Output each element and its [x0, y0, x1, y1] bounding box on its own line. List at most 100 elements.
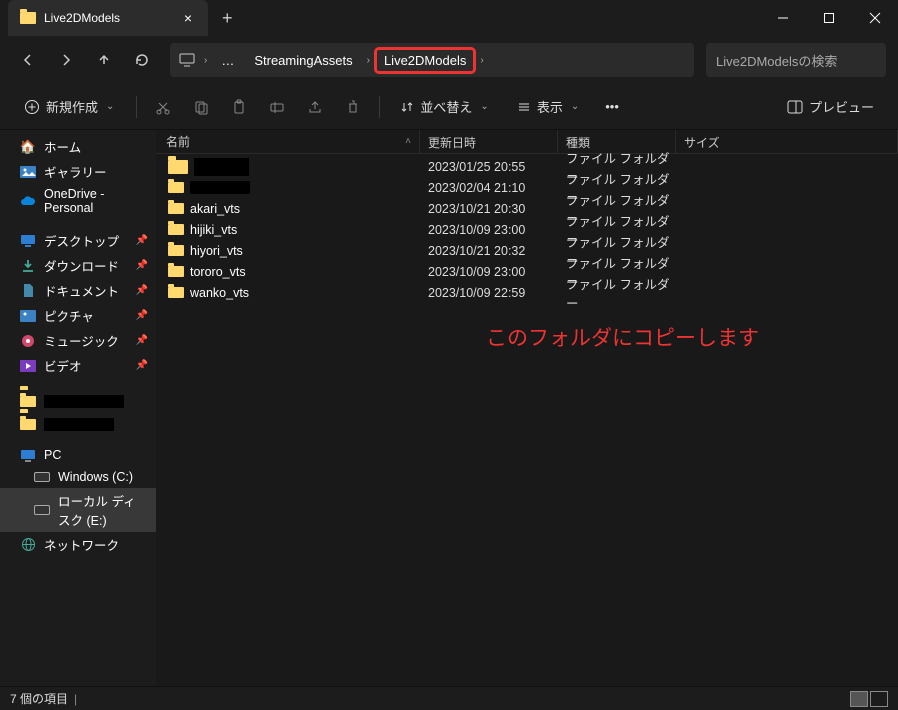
view-mode-buttons [850, 691, 888, 707]
column-header-name[interactable]: 名前˄ [156, 130, 420, 153]
file-row[interactable]: hiyori_vts2023/10/21 20:32ファイル フォルダー [156, 240, 898, 261]
copy-button[interactable] [185, 93, 217, 121]
sidebar-item-pictures[interactable]: ピクチャ📌 [0, 303, 156, 328]
drive-icon [34, 469, 50, 485]
chevron-down-icon: ⌄ [478, 101, 490, 112]
sidebar: 🏠 ホーム ギャラリー OneDrive - Personal デスクトップ📌 ダ… [0, 130, 156, 686]
sidebar-item-downloads[interactable]: ダウンロード📌 [0, 253, 156, 278]
breadcrumb-current[interactable]: Live2DModels [376, 49, 474, 72]
sidebar-item-c-drive[interactable]: Windows (C:) [0, 466, 156, 488]
item-count: 7 個の項目 [10, 690, 68, 707]
share-button[interactable] [299, 93, 331, 121]
up-button[interactable] [88, 44, 120, 76]
minimize-button[interactable] [760, 0, 806, 36]
file-name: tororo_vts [190, 265, 246, 279]
delete-button[interactable] [337, 93, 369, 121]
drive-icon [34, 502, 50, 518]
folder-icon [20, 419, 36, 430]
file-type: ファイル フォルダー [558, 274, 676, 312]
sidebar-item-onedrive[interactable]: OneDrive - Personal [0, 184, 156, 218]
sort-button[interactable]: 並べ替え ⌄ [390, 91, 500, 122]
file-rows: 2023/01/25 20:55ファイル フォルダー2023/02/04 21:… [156, 154, 898, 303]
thumbnails-view-button[interactable] [870, 691, 888, 707]
pin-icon: 📌 [136, 235, 148, 246]
sidebar-item-network[interactable]: ネットワーク [0, 532, 156, 557]
folder-icon [168, 160, 188, 174]
sidebar-item-home[interactable]: 🏠 ホーム [0, 134, 156, 159]
file-date: 2023/02/04 21:10 [420, 181, 558, 195]
refresh-button[interactable] [126, 44, 158, 76]
maximize-button[interactable] [806, 0, 852, 36]
chevron-down-icon: ⌄ [569, 101, 581, 112]
sidebar-item-label: Windows (C:) [58, 470, 133, 484]
chevron-right-icon: › [365, 55, 372, 66]
tab-close-button[interactable]: × [180, 10, 196, 26]
toolbar: 新規作成 ⌄ 並べ替え ⌄ 表示 ⌄ ••• プレビュー [0, 84, 898, 130]
more-button[interactable]: ••• [597, 93, 627, 120]
separator [136, 96, 137, 118]
sidebar-item-label: ホーム [44, 137, 81, 156]
music-icon [20, 333, 36, 349]
file-row[interactable]: tororo_vts2023/10/09 23:00ファイル フォルダー [156, 261, 898, 282]
file-row[interactable]: hijiki_vts2023/10/09 23:00ファイル フォルダー [156, 219, 898, 240]
window-tab[interactable]: Live2DModels × [8, 0, 208, 36]
cut-button[interactable] [147, 93, 179, 121]
view-icon [517, 100, 531, 114]
redacted-label [194, 158, 249, 176]
sidebar-item-pc[interactable]: PC [0, 444, 156, 466]
redacted-label [44, 395, 124, 408]
view-label: 表示 [537, 97, 563, 116]
back-button[interactable] [12, 44, 44, 76]
paste-button[interactable] [223, 93, 255, 121]
search-input[interactable]: Live2DModelsの検索 [706, 43, 886, 77]
sidebar-item-e-drive[interactable]: ローカル ディスク (E:) [0, 488, 156, 532]
plus-circle-icon [24, 99, 40, 115]
sidebar-item-desktop[interactable]: デスクトップ📌 [0, 228, 156, 253]
new-label: 新規作成 [46, 97, 98, 116]
preview-icon [787, 100, 803, 114]
document-icon [20, 283, 36, 299]
sidebar-item-documents[interactable]: ドキュメント📌 [0, 278, 156, 303]
tab-title: Live2DModels [44, 11, 172, 25]
sidebar-item-music[interactable]: ミュージック📌 [0, 328, 156, 353]
preview-label: プレビュー [809, 97, 874, 116]
home-icon: 🏠 [20, 139, 36, 155]
close-button[interactable] [852, 0, 898, 36]
pin-icon: 📌 [136, 285, 148, 296]
folder-icon [168, 245, 184, 256]
file-name: akari_vts [190, 202, 240, 216]
file-row[interactable]: 2023/01/25 20:55ファイル フォルダー [156, 156, 898, 177]
details-view-button[interactable] [850, 691, 868, 707]
titlebar: Live2DModels × + [0, 0, 898, 36]
new-button[interactable]: 新規作成 ⌄ [14, 91, 126, 122]
new-tab-button[interactable]: + [208, 8, 247, 29]
file-name: wanko_vts [190, 286, 249, 300]
folder-icon [168, 287, 184, 298]
breadcrumb-parent[interactable]: StreamingAssets [246, 49, 360, 72]
forward-button[interactable] [50, 44, 82, 76]
file-row[interactable]: 2023/02/04 21:10ファイル フォルダー [156, 177, 898, 198]
sidebar-item-videos[interactable]: ビデオ📌 [0, 353, 156, 378]
column-headers: 名前˄ 更新日時 種類 サイズ [156, 130, 898, 154]
sidebar-item-label: ビデオ [44, 356, 82, 375]
file-row[interactable]: wanko_vts2023/10/09 22:59ファイル フォルダー [156, 282, 898, 303]
view-button[interactable]: 表示 ⌄ [507, 91, 591, 122]
sidebar-item-label: ダウンロード [44, 256, 119, 275]
column-header-size[interactable]: サイズ [676, 130, 898, 153]
picture-icon [20, 308, 36, 324]
sidebar-item-gallery[interactable]: ギャラリー [0, 159, 156, 184]
file-date: 2023/10/21 20:32 [420, 244, 558, 258]
preview-button[interactable]: プレビュー [777, 91, 884, 122]
cloud-icon [20, 193, 36, 209]
column-header-date[interactable]: 更新日時 [420, 130, 558, 153]
pin-icon: 📌 [136, 310, 148, 321]
breadcrumb-ellipsis[interactable]: … [213, 49, 242, 72]
file-row[interactable]: akari_vts2023/10/21 20:30ファイル フォルダー [156, 198, 898, 219]
annotation-text: このフォルダにコピーします [486, 322, 759, 352]
folder-icon [168, 224, 184, 235]
breadcrumb-path[interactable]: › … StreamingAssets › Live2DModels › [170, 43, 694, 77]
sidebar-item-folder-redacted[interactable] [0, 415, 156, 434]
sidebar-item-label: ネットワーク [44, 535, 119, 554]
search-placeholder: Live2DModelsの検索 [716, 51, 837, 70]
rename-button[interactable] [261, 93, 293, 121]
